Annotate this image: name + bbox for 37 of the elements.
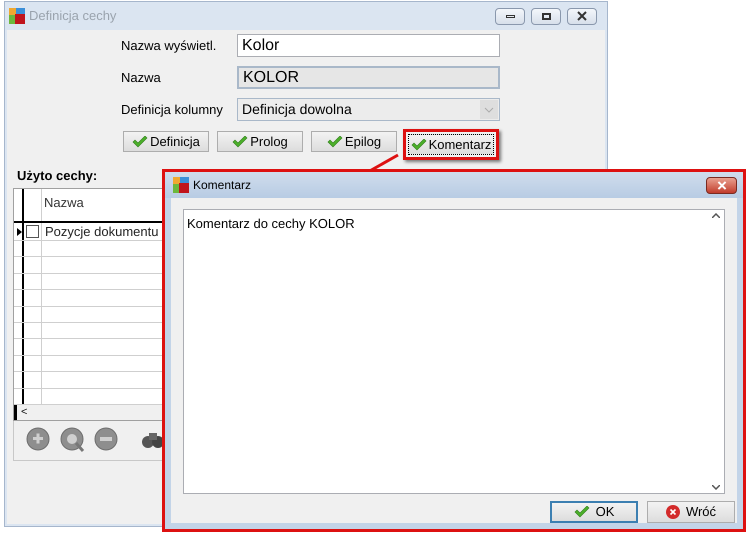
add-icon[interactable] [26, 427, 52, 453]
close-button[interactable] [567, 8, 597, 24]
search-icon[interactable] [60, 427, 86, 453]
close-icon [577, 11, 587, 21]
tab-button[interactable]: Prolog [217, 131, 303, 152]
field-label: Nazwa [121, 68, 162, 87]
checkmark-icon [132, 136, 148, 148]
chevron-up-icon [712, 213, 720, 218]
chevron-down-icon [712, 485, 720, 490]
close-button[interactable] [706, 176, 737, 194]
dialog-title: Komentarz [193, 177, 252, 194]
maximize-button[interactable] [531, 8, 561, 24]
close-icon [716, 180, 726, 190]
checkmark-icon [326, 136, 343, 148]
scroll-left-arrow[interactable]: < [17, 406, 28, 418]
checkmark-icon [232, 136, 248, 148]
tab-button[interactable]: Komentarz [408, 134, 494, 155]
tab-button[interactable]: Definicja [123, 131, 209, 152]
tab-button[interactable]: Epilog [311, 131, 397, 152]
column-header: Nazwa [43, 194, 84, 212]
window-title: Definicja cechy [29, 7, 116, 26]
app-logo-icon [9, 8, 25, 24]
field-label: Definicja kolumny [121, 100, 224, 119]
cancel-button[interactable]: Wróć [647, 501, 735, 523]
checkmark-icon [410, 138, 427, 150]
remove-icon[interactable] [94, 427, 120, 453]
app-logo-icon [173, 177, 189, 193]
table-cell-text: Pozycje dokumentu [44, 222, 158, 241]
field-label: Nazwa wyświetl. [121, 36, 218, 55]
cancel-icon [666, 505, 680, 519]
text-field[interactable]: Kolor [237, 34, 500, 57]
checkbox[interactable] [26, 225, 39, 238]
checkmark-icon [574, 506, 590, 518]
chevron-down-icon [480, 100, 498, 119]
minimize-button[interactable] [495, 8, 525, 24]
section-title: Użyto cechy: [17, 167, 98, 185]
ok-button[interactable]: OK [550, 501, 638, 523]
